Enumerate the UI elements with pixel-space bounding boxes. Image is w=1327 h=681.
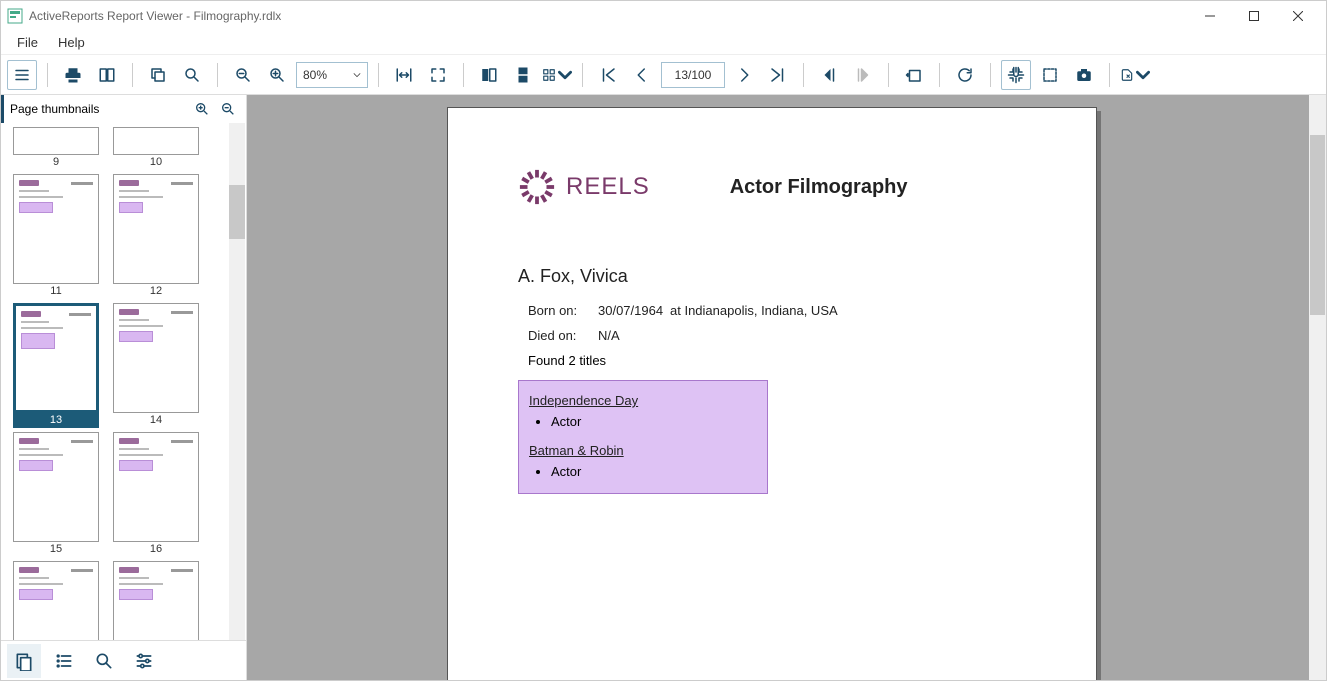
titlebar: ActiveReports Report Viewer - Filmograph… [1,1,1326,31]
export-button[interactable] [1120,60,1150,90]
close-button[interactable] [1276,2,1320,30]
died-label: Died on: [528,328,578,343]
page-indicator[interactable]: 13/100 [661,62,725,88]
chevron-down-icon [1136,66,1150,84]
reels-ring-icon [518,168,556,206]
app-icon [7,8,23,24]
thumbs-scrollbar-thumb[interactable] [229,185,245,239]
print-button[interactable] [58,60,88,90]
born-label: Born on: [528,303,578,318]
back-to-parent-button[interactable] [899,60,929,90]
fit-width-button[interactable] [389,60,419,90]
snapshot-button[interactable] [1069,60,1099,90]
menu-file[interactable]: File [7,33,48,52]
select-mode-button[interactable] [1035,60,1065,90]
zoom-select[interactable]: 80% [296,62,368,88]
viewer-area[interactable]: REELS Actor Filmography A. Fox, Vivica B… [247,95,1326,680]
tab-thumbnails[interactable] [7,644,41,678]
copy-button[interactable] [143,60,173,90]
find-button[interactable] [177,60,207,90]
refresh-button[interactable] [950,60,980,90]
thumb-zoom-in-button[interactable] [190,97,214,121]
thumb-zoom-out-button[interactable] [216,97,240,121]
thumb-page-16[interactable]: 16 [113,432,199,557]
maximize-button[interactable] [1232,2,1276,30]
zoom-in-button[interactable] [262,60,292,90]
menubar: File Help [1,31,1326,55]
next-page-button[interactable] [729,60,759,90]
born-date: 30/07/1964 [598,303,650,318]
thumb-page-11[interactable]: 11 [13,174,99,299]
zoom-value: 80% [303,68,327,82]
prev-page-button[interactable] [627,60,657,90]
actor-name: A. Fox, Vivica [518,266,1026,287]
report-title: Actor Filmography [730,176,908,199]
thumbnails-title: Page thumbnails [10,102,99,116]
title-1-role: Actor [551,414,757,429]
chevron-down-icon [558,66,572,84]
first-page-button[interactable] [593,60,623,90]
title-2-role: Actor [551,464,757,479]
zoom-out-button[interactable] [228,60,258,90]
title-link-1[interactable]: Independence Day [529,393,757,408]
thumb-page-13[interactable]: 13 [13,303,99,428]
thumbnails-header: Page thumbnails [1,95,246,123]
chevron-down-icon [353,71,361,79]
sidebar-toggle-button[interactable] [7,60,37,90]
toolbar: 80% 13/100 [1,55,1326,95]
menu-help[interactable]: Help [48,33,95,52]
window-title: ActiveReports Report Viewer - Filmograph… [29,9,281,23]
found-count: Found 2 titles [528,353,1026,368]
continuous-page-button[interactable] [508,60,538,90]
thumb-page-14[interactable]: 14 [113,303,199,428]
titles-box: Independence Day Actor Batman & Robin Ac… [518,380,768,494]
brand-text: REELS [566,173,650,201]
thumb-page-10[interactable]: 10 [113,127,199,170]
tab-search[interactable] [87,644,121,678]
minimize-button[interactable] [1188,2,1232,30]
sidebar-tabs [1,640,246,680]
multipage-button[interactable] [542,60,572,90]
thumbnails-panel: Page thumbnails 9 10 11 12 13 14 15 [1,95,247,680]
history-fwd-button[interactable] [848,60,878,90]
single-page-button[interactable] [474,60,504,90]
thumb-page-18[interactable] [113,561,199,640]
fit-page-button[interactable] [423,60,453,90]
thumb-page-15[interactable]: 15 [13,432,99,557]
thumb-page-17[interactable] [13,561,99,640]
thumb-page-12[interactable]: 12 [113,174,199,299]
last-page-button[interactable] [763,60,793,90]
born-place: at Indianapolis, Indiana, USA [670,303,838,318]
viewer-scrollbar[interactable] [1309,95,1326,680]
tab-parameters[interactable] [127,644,161,678]
tab-toc[interactable] [47,644,81,678]
history-back-button[interactable] [814,60,844,90]
report-page: REELS Actor Filmography A. Fox, Vivica B… [447,107,1097,680]
viewer-scrollbar-thumb[interactable] [1310,135,1325,315]
died-value: N/A [598,328,650,343]
brand-logo: REELS [518,168,650,206]
galley-mode-button[interactable] [92,60,122,90]
thumb-page-9[interactable]: 9 [13,127,99,170]
title-link-2[interactable]: Batman & Robin [529,443,757,458]
pan-mode-button[interactable] [1001,60,1031,90]
